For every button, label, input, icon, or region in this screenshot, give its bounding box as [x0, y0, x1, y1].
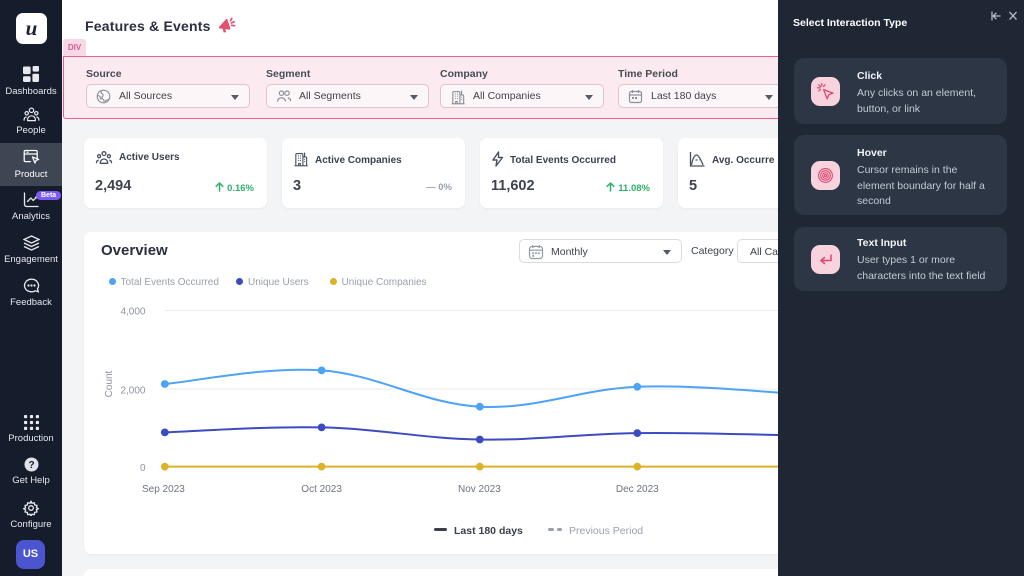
- svg-text:Count: Count: [104, 370, 115, 397]
- svg-text:Dec 2023: Dec 2023: [616, 484, 659, 495]
- svg-text:4,000: 4,000: [120, 306, 145, 317]
- svg-text:2,000: 2,000: [120, 386, 145, 397]
- svg-text:0: 0: [140, 463, 146, 474]
- svg-text:Nov 2023: Nov 2023: [458, 484, 501, 495]
- svg-text:?: ?: [28, 460, 34, 471]
- svg-text:Oct 2023: Oct 2023: [301, 484, 342, 495]
- svg-text:Sep 2023: Sep 2023: [142, 484, 185, 495]
